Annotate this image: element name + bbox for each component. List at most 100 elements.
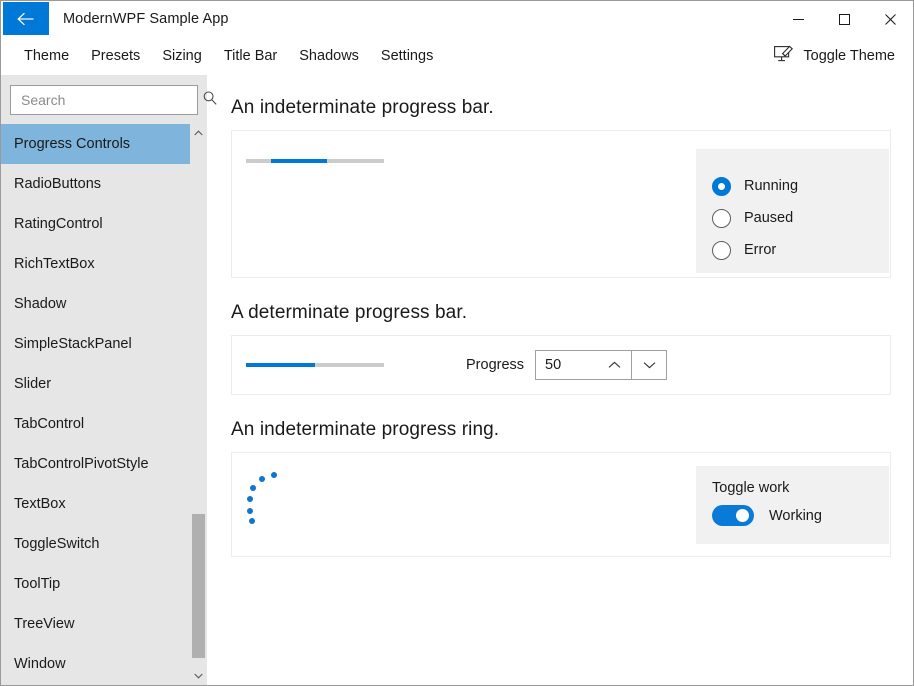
ring-dot xyxy=(247,508,253,514)
toggle-work-row: Working xyxy=(712,505,889,526)
sidebar-item-label: Slider xyxy=(14,376,51,392)
sidebar-item-textbox[interactable]: TextBox xyxy=(1,484,207,524)
progress-track xyxy=(246,159,384,163)
toggle-work-panel: Toggle work Working xyxy=(696,466,889,544)
sidebar-item-treeview[interactable]: TreeView xyxy=(1,604,207,644)
sidebar-item-radiobuttons[interactable]: RadioButtons xyxy=(1,164,207,204)
sidebar-item-label: TreeView xyxy=(14,616,74,632)
sidebar-item-label: Progress Controls xyxy=(14,136,130,152)
search-icon[interactable] xyxy=(202,90,218,111)
app-window: ModernWPF Sample App Theme Prese xyxy=(0,0,914,686)
menu-item-theme[interactable]: Theme xyxy=(13,44,80,68)
maximize-button[interactable] xyxy=(821,1,867,37)
menu-item-shadows[interactable]: Shadows xyxy=(288,44,370,68)
minimize-icon xyxy=(793,14,804,25)
sidebar-item-tooltip[interactable]: ToolTip xyxy=(1,564,207,604)
sidebar-item-richtextbox[interactable]: RichTextBox xyxy=(1,244,207,284)
radio-option-label: Error xyxy=(744,242,776,258)
radio-option-paused[interactable]: Paused xyxy=(712,202,889,234)
sidebar-item-label: Shadow xyxy=(14,296,66,312)
progress-input[interactable] xyxy=(535,350,597,380)
indeterminate-progress-bar xyxy=(246,159,384,163)
sidebar-scrollbar[interactable] xyxy=(190,124,207,685)
menu-item-sizing[interactable]: Sizing xyxy=(151,44,213,68)
sidebar-item-shadow[interactable]: Shadow xyxy=(1,284,207,324)
sidebar-nav-list: Progress Controls RadioButtons RatingCon… xyxy=(1,124,207,685)
toggle-work-switch[interactable] xyxy=(712,505,754,526)
indeterminate-progress-ring xyxy=(246,468,300,528)
search-box[interactable] xyxy=(10,85,198,115)
progress-number-box xyxy=(535,350,667,380)
title-bar: ModernWPF Sample App xyxy=(1,1,913,37)
menu-bar: Theme Presets Sizing Title Bar Shadows S… xyxy=(1,37,913,75)
sidebar: Progress Controls RadioButtons RatingCon… xyxy=(1,75,207,685)
radio-option-running[interactable]: Running xyxy=(712,170,889,202)
radio-option-error[interactable]: Error xyxy=(712,234,889,266)
indeterminate-bar-title: An indeterminate progress bar. xyxy=(231,97,891,119)
sidebar-item-label: SimpleStackPanel xyxy=(14,336,132,352)
menu-item-presets[interactable]: Presets xyxy=(80,44,151,68)
content-area: An indeterminate progress bar. Running P… xyxy=(207,75,913,685)
sidebar-item-ratingcontrol[interactable]: RatingControl xyxy=(1,204,207,244)
back-button[interactable] xyxy=(3,2,49,35)
sidebar-item-label: RadioButtons xyxy=(14,176,101,192)
window-controls xyxy=(775,1,913,37)
app-title: ModernWPF Sample App xyxy=(49,1,229,37)
progress-fill xyxy=(246,363,315,367)
progress-indeterminate-segment xyxy=(271,159,328,163)
ring-dot xyxy=(259,476,265,482)
indeterminate-bar-card: Running Paused Error xyxy=(231,130,891,278)
chevron-down-icon xyxy=(643,361,656,369)
sidebar-item-label: ToolTip xyxy=(14,576,60,592)
sidebar-item-label: TabControl xyxy=(14,416,84,432)
minimize-button[interactable] xyxy=(775,1,821,37)
menu-item-title-bar[interactable]: Title Bar xyxy=(213,44,288,68)
scroll-up-arrow-icon[interactable] xyxy=(190,124,207,142)
determinate-bar-card: Progress xyxy=(231,335,891,395)
progress-ring-title: An indeterminate progress ring. xyxy=(231,419,891,441)
menu-item-settings[interactable]: Settings xyxy=(370,44,444,68)
sidebar-item-tabcontrolpivotstyle[interactable]: TabControlPivotStyle xyxy=(1,444,207,484)
sidebar-item-slider[interactable]: Slider xyxy=(1,364,207,404)
sidebar-item-label: ToggleSwitch xyxy=(14,536,99,552)
sidebar-item-label: RichTextBox xyxy=(14,256,95,272)
toggle-knob xyxy=(736,509,749,522)
toggle-theme-button[interactable]: Toggle Theme xyxy=(770,42,899,70)
toggle-theme-label: Toggle Theme xyxy=(803,48,895,64)
ring-dot xyxy=(247,496,253,502)
radio-button-icon[interactable] xyxy=(712,177,731,196)
toggle-work-state-label: Working xyxy=(769,508,822,524)
scrollbar-thumb[interactable] xyxy=(192,514,205,658)
sidebar-item-window[interactable]: Window xyxy=(1,644,207,684)
maximize-icon xyxy=(839,14,850,25)
scroll-down-arrow-icon[interactable] xyxy=(190,667,207,685)
radio-option-label: Paused xyxy=(744,210,793,226)
sidebar-item-label: TabControlPivotStyle xyxy=(14,456,149,472)
ring-dot xyxy=(250,485,256,491)
sidebar-item-toggleswitch[interactable]: ToggleSwitch xyxy=(1,524,207,564)
sidebar-item-label: Window xyxy=(14,656,66,672)
progress-increment-button[interactable] xyxy=(597,350,632,380)
sidebar-item-simplestackpanel[interactable]: SimpleStackPanel xyxy=(1,324,207,364)
progress-track xyxy=(246,363,384,367)
progress-ring-card: Toggle work Working xyxy=(231,452,891,557)
close-button[interactable] xyxy=(867,1,913,37)
search-input[interactable] xyxy=(21,92,202,108)
radio-button-icon[interactable] xyxy=(712,209,731,228)
progress-field-label: Progress xyxy=(466,357,524,373)
ring-dot xyxy=(271,472,277,478)
close-icon xyxy=(885,14,896,25)
body-area: Progress Controls RadioButtons RatingCon… xyxy=(1,75,913,685)
radio-button-icon[interactable] xyxy=(712,241,731,260)
sidebar-item-label: TextBox xyxy=(14,496,66,512)
chevron-up-icon xyxy=(608,361,621,369)
determinate-bar-title: A determinate progress bar. xyxy=(231,302,891,324)
progress-decrement-button[interactable] xyxy=(632,350,667,380)
determinate-progress-bar xyxy=(246,363,384,367)
search-container xyxy=(1,75,207,124)
ring-dot xyxy=(249,518,255,524)
toggle-work-caption: Toggle work xyxy=(712,480,889,496)
sidebar-item-progress-controls[interactable]: Progress Controls xyxy=(1,124,207,164)
sidebar-item-tabcontrol[interactable]: TabControl xyxy=(1,404,207,444)
radio-option-label: Running xyxy=(744,178,798,194)
